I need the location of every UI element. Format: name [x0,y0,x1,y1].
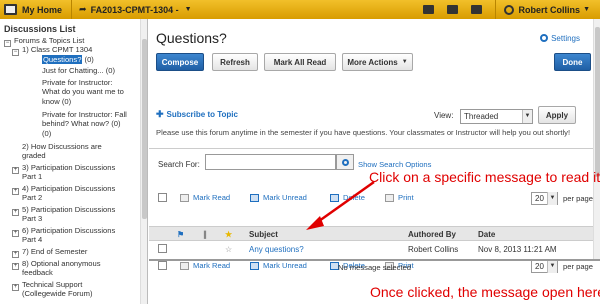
per-page-select[interactable]: 20 ▼ [531,192,559,205]
view-label: View: [434,111,454,120]
expand-icon[interactable]: + [12,209,19,216]
show-search-options-link[interactable]: Show Search Options [358,160,431,169]
chevron-down-icon[interactable]: ▼ [583,6,590,13]
annotation-arrow [306,180,375,230]
per-page-control: 20 ▼ per page [531,192,593,205]
tree-item-graded-cont[interactable]: graded [22,151,46,161]
nav-divider [71,0,73,19]
tree-item-private-1-cont[interactable]: What do you want me to [42,87,124,97]
topic-panel: Questions? Settings Compose Refresh Mark… [149,19,600,304]
topic-scrollbar[interactable] [593,19,600,259]
mark-read-icon [180,193,189,202]
refresh-button[interactable]: Refresh [212,53,258,71]
star-icon[interactable]: ★ [225,230,232,239]
collapse-icon[interactable]: − [4,40,11,47]
discussions-sidebar: Discussions List − Forums & Topics List −… [0,19,148,304]
course-arrow-icon: ➦ [79,4,87,14]
message-alerts-icon[interactable] [422,5,434,14]
chevron-down-icon: ▼ [401,59,408,65]
print-button[interactable]: Print [385,193,414,202]
select-all-checkbox[interactable] [158,193,167,202]
view-select[interactable]: Threaded ▼ [460,109,533,124]
pane-splitter[interactable] [149,259,600,261]
tree-item-part4-cont[interactable]: Part 4 [22,235,42,245]
apply-button[interactable]: Apply [538,106,576,124]
expand-icon[interactable]: + [12,284,19,291]
done-button[interactable]: Done [554,53,591,71]
chevron-down-icon: ▼ [547,192,558,205]
expand-icon[interactable]: + [12,230,19,237]
topic-description: Please use this forum anytime in the sem… [156,128,571,137]
top-navbar: My Home ➦ FA2013-CPMT-1304 - ▼ Robert Co… [0,0,600,19]
tree-item-chatting[interactable]: Just for Chatting... (0) [42,66,115,76]
my-home-link[interactable]: My Home [22,5,62,15]
attachment-icon[interactable]: ∥ [203,230,207,239]
search-button[interactable] [336,154,354,170]
subscription-alerts-icon[interactable] [446,5,458,14]
search-input[interactable] [205,154,336,170]
user-menu[interactable]: Robert Collins [519,5,581,15]
mark-unread-icon [250,193,259,202]
subject-column-header[interactable]: Subject [249,230,278,239]
gear-icon [540,34,549,42]
tree-item-private-2-count: (0) [42,129,52,138]
search-icon [341,158,349,166]
mark-all-read-button[interactable]: Mark All Read [264,53,336,71]
sidebar-scrollbar[interactable] [140,19,147,304]
message-toolbar-bottom: Mark Read Mark Unread Delete Print 20 ▼ pe… [149,242,600,273]
subscribe-icon: ✚ [156,109,164,119]
expand-icon[interactable]: + [12,188,19,195]
annotation-click-note: Click on a specific message to read it [369,169,600,185]
search-label: Search For: [158,160,200,169]
tree-item-private-1-count[interactable]: know (0) [42,97,71,107]
tree-item-part3-cont[interactable]: Part 3 [22,214,42,224]
flag-icon[interactable]: ⚑ [177,230,184,239]
tree-item-questions[interactable]: Questions? (0) [42,55,94,65]
tree-item-private-2-cont[interactable]: behind? What now? (0) [42,119,121,129]
tree-item-part2-cont[interactable]: Part 2 [22,193,42,203]
page-title: Questions? [156,30,227,46]
chevron-down-icon[interactable]: ▼ [185,6,192,13]
topbar-right: Robert Collins ▼ [422,0,600,19]
mark-unread-button[interactable]: Mark Unread [250,193,307,202]
collapse-icon[interactable]: − [12,49,19,56]
tree-item-feedback-cont[interactable]: feedback [22,268,53,278]
tree-item-part1-cont[interactable]: Part 1 [22,172,42,182]
update-alerts-icon[interactable] [470,5,482,14]
course-selector[interactable]: FA2013-CPMT-1304 - [91,5,179,15]
chevron-down-icon: ▼ [522,110,532,123]
scrollbar-thumb[interactable] [142,39,147,219]
user-avatar-icon[interactable] [503,4,514,15]
annotation-open-note: Once clicked, the message open here [370,284,600,300]
divider [149,148,593,149]
printer-icon [385,193,394,202]
compose-button[interactable]: Compose [156,53,204,71]
more-actions-button[interactable]: More Actions ▼ [342,53,413,71]
no-message-text: No message selected [337,263,412,272]
expand-icon[interactable]: + [12,251,19,258]
tree-item-end-semester[interactable]: +7) End of Semester [12,247,87,258]
nav-divider [494,0,496,19]
subscribe-link[interactable]: ✚ Subscribe to Topic [156,109,238,120]
tree-item-tech-support-cont[interactable]: (Collegewide Forum) [22,289,92,299]
settings-link[interactable]: Settings [540,34,580,43]
scrollbar-thumb[interactable] [595,27,600,177]
expand-icon[interactable]: + [12,263,19,270]
expand-icon[interactable]: + [12,167,19,174]
sidebar-title: Discussions List [4,24,76,34]
author-column-header[interactable]: Authored By [408,230,456,239]
home-icon[interactable] [4,4,17,15]
date-column-header[interactable]: Date [478,230,495,239]
mark-read-button[interactable]: Mark Read [180,193,230,202]
